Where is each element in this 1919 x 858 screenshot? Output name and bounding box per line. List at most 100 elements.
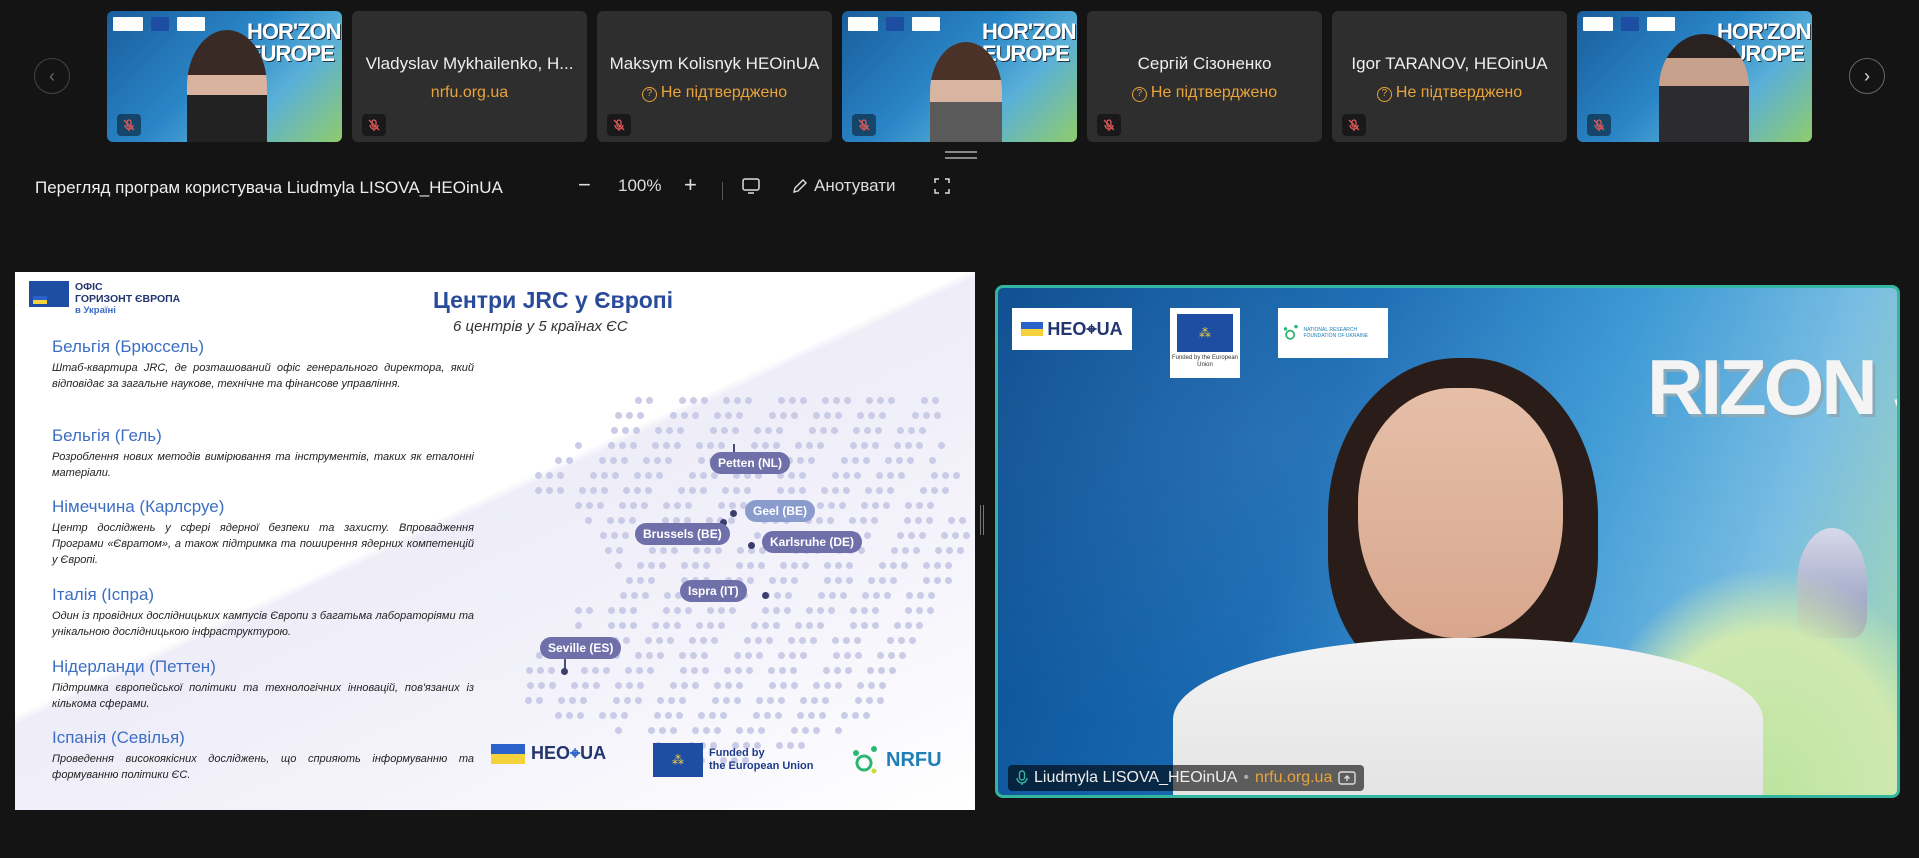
zoom-in-button[interactable]: + (684, 172, 697, 198)
map-dot (877, 652, 884, 659)
map-dot (791, 682, 798, 689)
map-dot (667, 637, 674, 644)
map-dot (843, 487, 850, 494)
map-dot (674, 502, 681, 509)
chevron-right-icon: › (1864, 65, 1870, 86)
participant-tile[interactable]: HOR'ZON EUROPE (107, 11, 342, 142)
participant-tile[interactable]: Igor TARANOV, HEOinUA ? Не підтверджено (1332, 11, 1567, 142)
map-dot (879, 412, 886, 419)
map-dot (854, 637, 861, 644)
map-dot (841, 457, 848, 464)
previous-page-button[interactable]: ‹ (34, 58, 70, 94)
background-logos: HEO⌖UA ⁂ Funded by the European Union NA… (1012, 308, 1388, 378)
map-dot (885, 457, 892, 464)
map-dot (835, 682, 842, 689)
map-dot (822, 397, 829, 404)
map-dot (800, 397, 807, 404)
map-dot (905, 622, 912, 629)
map-dot (855, 697, 862, 704)
map-dot (704, 547, 711, 554)
pin-dot (748, 542, 755, 549)
map-dot (722, 487, 729, 494)
map-dot (845, 667, 852, 674)
map-dot (702, 667, 709, 674)
annotate-button[interactable]: Анотувати (792, 176, 896, 196)
map-dot (942, 472, 949, 479)
map-dot (637, 577, 644, 584)
participant-name: Igor TARANOV, HEOinUA (1351, 54, 1548, 73)
map-dot (802, 562, 809, 569)
map-dot (681, 682, 688, 689)
participant-tile[interactable]: Сергій Сізоненко ? Не підтверджено (1087, 11, 1322, 142)
map-dot (718, 502, 725, 509)
participant-tile[interactable]: Maksym Kolisnyk HEOinUA ? Не підтверджено (597, 11, 832, 142)
active-speaker-video[interactable]: HEO⌖UA ⁂ Funded by the European Union NA… (995, 285, 1900, 798)
map-dot (835, 577, 842, 584)
map-dot (645, 472, 652, 479)
map-dot (872, 607, 879, 614)
shared-screen[interactable]: ОФІС ГОРИЗОНТ ЄВРОПА в Україні Центри JRC … (15, 272, 975, 810)
next-page-button[interactable]: › (1849, 58, 1885, 94)
map-dot (835, 562, 842, 569)
map-dot (678, 487, 685, 494)
map-dot (663, 622, 670, 629)
map-dot (703, 562, 710, 569)
map-dot (557, 472, 564, 479)
annotate-label: Анотувати (814, 176, 896, 195)
map-dot (795, 622, 802, 629)
map-dot (756, 697, 763, 704)
map-dot (863, 712, 870, 719)
map-dot (690, 397, 697, 404)
map-dot (685, 607, 692, 614)
map-dot (861, 607, 868, 614)
map-dot (615, 682, 622, 689)
map-dot (612, 472, 619, 479)
map-dot (630, 622, 637, 629)
heo-office-logo: ОФІС ГОРИЗОНТ ЄВРОПА в Україні (29, 281, 180, 317)
horizon-europe-banner: RIZON JROPE (1647, 343, 1897, 431)
map-dot (953, 472, 960, 479)
map-dot (780, 562, 787, 569)
map-dot (904, 517, 911, 524)
map-dot (526, 667, 533, 674)
map-dot (802, 727, 809, 734)
map-dot (558, 697, 565, 704)
map-dot (630, 607, 637, 614)
map-dot (714, 682, 721, 689)
fullscreen-button[interactable] (934, 178, 950, 199)
remote-control-button[interactable] (742, 178, 760, 199)
participant-tile[interactable]: HOR'ZON EUROPE (842, 11, 1077, 142)
map-dot (692, 682, 699, 689)
map-dot (608, 607, 615, 614)
map-dot (707, 622, 714, 629)
map-dot (691, 667, 698, 674)
map-dot (800, 697, 807, 704)
map-dot (575, 442, 582, 449)
map-dot (586, 502, 593, 509)
pin-ispra: Ispra (IT) (680, 580, 747, 602)
map-dot (808, 457, 815, 464)
map-dot (592, 667, 599, 674)
map-dot (548, 667, 555, 674)
map-dot (674, 622, 681, 629)
split-divider[interactable] (980, 505, 984, 535)
resize-handle[interactable] (945, 151, 977, 159)
participant-tile[interactable]: Vladyslav Mykhailenko, H... nrfu.org.ua (352, 11, 587, 142)
pin-karlsruhe: Karlsruhe (DE) (762, 531, 863, 553)
share-title: Перегляд програм користувача Liudmyla LI… (35, 178, 503, 197)
map-dot (784, 607, 791, 614)
map-dot (693, 547, 700, 554)
map-dot (635, 697, 642, 704)
nrfu-icon (1283, 324, 1298, 340)
map-dot (654, 712, 661, 719)
mic-off-icon (362, 114, 386, 136)
nrf-logo: NATIONAL RESEARCH FOUNDATION OF UKRAINE (1278, 308, 1388, 358)
map-dot (797, 457, 804, 464)
participant-tile[interactable]: HOR'ZON EUROPE (1577, 11, 1812, 142)
map-dot (601, 487, 608, 494)
zoom-out-button[interactable]: − (578, 172, 591, 198)
tile-logos (1583, 17, 1675, 31)
map-dot (913, 547, 920, 554)
warning-icon: ? (1376, 87, 1392, 102)
map-dot (585, 517, 592, 524)
